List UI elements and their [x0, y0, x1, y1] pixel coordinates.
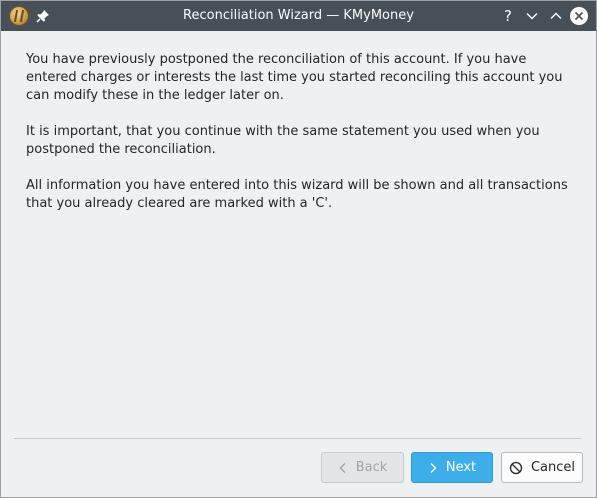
minimize-button[interactable]	[522, 6, 542, 26]
back-button[interactable]: Back	[321, 452, 404, 483]
back-button-label: Back	[355, 460, 388, 475]
cancel-button[interactable]: Cancel	[501, 452, 583, 483]
cancel-button-label: Cancel	[530, 460, 576, 475]
wizard-window: Reconciliation Wizard — KMyMoney ? You h…	[0, 0, 597, 498]
chevron-right-icon	[430, 462, 437, 473]
cancel-icon	[509, 461, 523, 474]
title-bar[interactable]: Reconciliation Wizard — KMyMoney ?	[1, 1, 596, 31]
button-separator	[14, 438, 581, 439]
chevron-up-icon	[550, 12, 562, 19]
message-paragraph-statement: It is important, that you continue with …	[26, 124, 540, 157]
maximize-button[interactable]	[546, 6, 566, 26]
close-icon	[574, 11, 584, 21]
next-button-label: Next	[445, 460, 477, 475]
chevron-left-icon	[339, 462, 346, 473]
close-button[interactable]	[569, 6, 589, 26]
next-button[interactable]: Next	[411, 452, 493, 483]
message-paragraph-cleared: All information you have entered into th…	[26, 178, 568, 211]
message-paragraph-postponed: You have previously postponed the reconc…	[26, 52, 563, 103]
chevron-down-icon	[526, 13, 538, 20]
help-button[interactable]: ?	[498, 6, 518, 26]
wizard-message: You have previously postponed the reconc…	[26, 51, 576, 231]
